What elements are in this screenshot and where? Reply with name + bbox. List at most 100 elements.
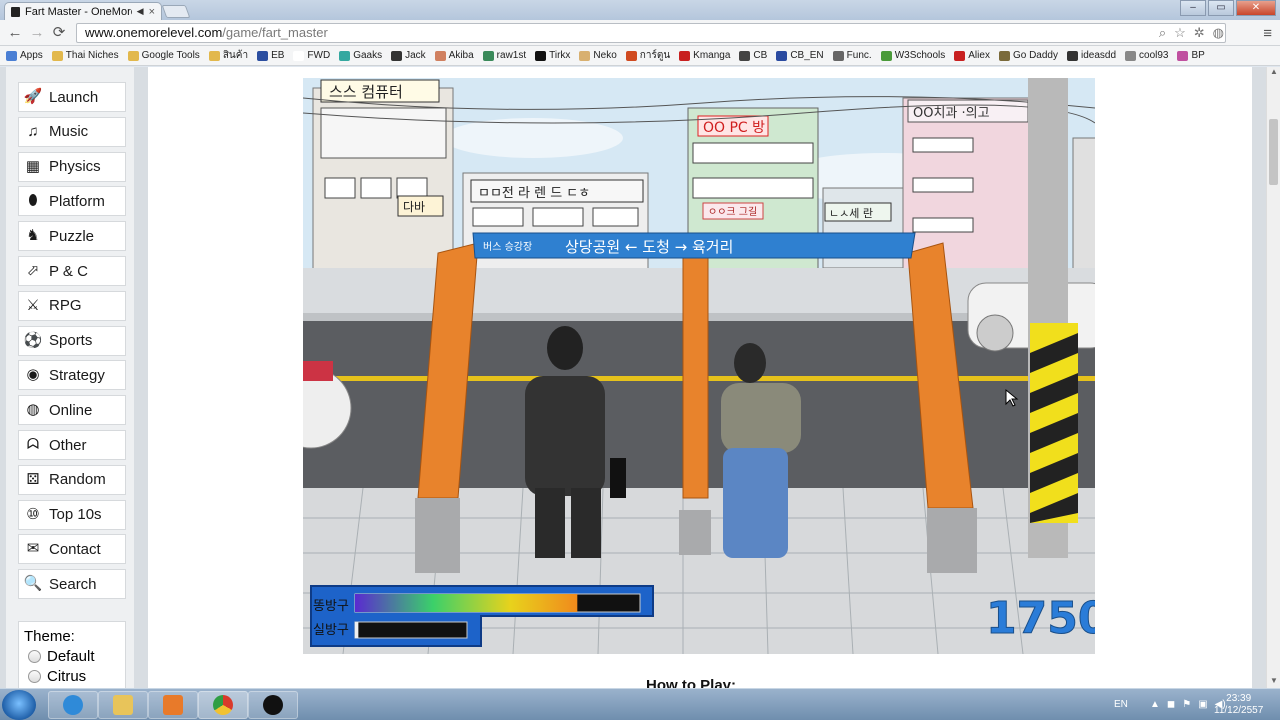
- bookmark-item[interactable]: Apps: [6, 50, 43, 61]
- tab-close-icon[interactable]: ×: [149, 6, 155, 18]
- meter-bar-1: [354, 593, 641, 613]
- sidebar-item-search[interactable]: 🔍 Search: [18, 569, 126, 600]
- back-button[interactable]: ←: [6, 24, 24, 42]
- sidebar-item-platform[interactable]: ⬮ Platform: [18, 186, 126, 217]
- bookmark-item[interactable]: Akiba: [434, 50, 474, 61]
- bookmark-item[interactable]: raw1st: [482, 50, 526, 61]
- search-icon[interactable]: ⌕: [1159, 25, 1166, 41]
- sidebar-item-p-c[interactable]: ⬀ P & C: [18, 256, 126, 286]
- sidebar-item-online[interactable]: ◍ Online: [18, 395, 126, 426]
- bookmark-item[interactable]: Jack: [391, 50, 426, 61]
- globe-icon: ◍: [26, 401, 40, 419]
- radio-icon: [28, 670, 41, 683]
- bookmark-item[interactable]: Thai Niches: [51, 50, 119, 61]
- tray-expand-icon[interactable]: ▲: [1150, 699, 1160, 710]
- scroll-down-icon[interactable]: ▼: [1267, 676, 1280, 688]
- bookmark-icon: [482, 50, 494, 61]
- bookmark-item[interactable]: FWD: [293, 50, 330, 61]
- svg-text:똥방구: 똥방구: [313, 599, 349, 614]
- bookmark-item[interactable]: Go Daddy: [998, 50, 1058, 61]
- start-button[interactable]: [2, 690, 36, 720]
- sidebar-item-music[interactable]: ♫ Music: [18, 116, 126, 147]
- bookmark-item[interactable]: Func.: [832, 50, 872, 61]
- windows-taskbar: EN ▲ ◼ ⚑ ▣ ◀) 23:39 11/12/2557: [0, 688, 1280, 720]
- bookmark-item[interactable]: Aliex: [954, 50, 990, 61]
- taskbar-explorer[interactable]: [98, 691, 148, 719]
- category-sidebar: 🚀 Launch ♫ Music ▦ Physics ⬮ Platform ♞ Puzzle ⬀ P …: [6, 67, 134, 688]
- maximize-button[interactable]: ▭: [1208, 0, 1234, 16]
- bookmark-item[interactable]: Gaaks: [339, 50, 382, 61]
- page-scrollbar[interactable]: ▲ ▼: [1266, 67, 1280, 688]
- bookmark-item[interactable]: EB: [257, 50, 284, 61]
- omnibox-icons: ⌕ ☆ ✲ ◍: [1159, 25, 1224, 41]
- bookmark-item[interactable]: BP: [1177, 50, 1205, 61]
- theme-option-citrus[interactable]: Citrus: [28, 668, 120, 685]
- taskbar-ie[interactable]: [48, 691, 98, 719]
- url-domain: www.onemorelevel.com: [85, 25, 223, 40]
- bookmark-item[interactable]: ideasdd: [1066, 50, 1116, 61]
- bookmark-item[interactable]: CB_EN: [776, 50, 824, 61]
- window-close-button[interactable]: ✕: [1236, 0, 1276, 16]
- music-note-icon: ♫: [27, 122, 39, 140]
- sidebar-item-other[interactable]: ᗣ Other: [18, 430, 126, 460]
- sidebar-item-strategy[interactable]: ◉ Strategy: [18, 360, 126, 391]
- network-icon[interactable]: ▣: [1198, 699, 1207, 710]
- new-tab-button[interactable]: [161, 5, 191, 18]
- address-bar[interactable]: www.onemorelevel.com/game/fart_master: [76, 23, 1226, 43]
- browser-toolbar: ← → ⟳ www.onemorelevel.com/game/fart_mas…: [0, 20, 1280, 46]
- bookmark-icon: [1177, 50, 1189, 61]
- bookmark-item[interactable]: การ์ตูน: [625, 48, 670, 63]
- browser-menu-icon[interactable]: ≡: [1263, 25, 1272, 42]
- reload-button[interactable]: ⟳: [50, 24, 68, 42]
- theme-option-default[interactable]: Default: [28, 648, 120, 665]
- sidebar-item-label: Contact: [49, 540, 101, 558]
- tray-app-icon[interactable]: ◼: [1167, 699, 1175, 710]
- sidebar-item-physics[interactable]: ▦ Physics: [18, 151, 126, 182]
- bookmark-item[interactable]: สินค้า: [208, 48, 248, 63]
- minimize-button[interactable]: –: [1180, 0, 1206, 16]
- bookmark-item[interactable]: Tirkx: [535, 50, 570, 61]
- sidebar-item-label: Online: [49, 401, 93, 419]
- bookmark-item[interactable]: cool93: [1125, 50, 1168, 61]
- bookmark-star-icon[interactable]: ☆: [1174, 25, 1186, 41]
- sidebar-item-top-10s[interactable]: ⑩ Top 10s: [18, 499, 126, 530]
- bookmark-icon: [257, 50, 269, 61]
- chess-knight-icon: ♞: [26, 227, 40, 245]
- forward-button[interactable]: →: [28, 24, 46, 42]
- sidebar-item-launch[interactable]: 🚀 Launch: [18, 82, 126, 112]
- bookmark-icon: [579, 50, 591, 61]
- svg-text:ㅁㅁ전 라 렌 드 ㄷㅎ: ㅁㅁ전 라 렌 드 ㄷㅎ: [478, 186, 590, 201]
- bookmark-icon: [880, 50, 892, 61]
- bookmark-item[interactable]: CB: [739, 50, 767, 61]
- taskbar-chrome[interactable]: [198, 691, 248, 719]
- scroll-up-icon[interactable]: ▲: [1267, 67, 1280, 79]
- theme-selector: Theme: Default Citrus: [18, 621, 126, 688]
- flag-icon[interactable]: ⚑: [1182, 699, 1191, 710]
- bookmark-icon: [6, 50, 17, 61]
- ie-icon: [63, 695, 83, 715]
- globe-extension-icon[interactable]: ◍: [1213, 25, 1224, 41]
- taskbar-media[interactable]: [148, 691, 198, 719]
- sidebar-item-label: Sports: [49, 332, 93, 350]
- browser-tab[interactable]: Fart Master - OneMore ◀ ×: [4, 2, 162, 20]
- sidebar-item-rpg[interactable]: ⚔ RPG: [18, 290, 126, 321]
- sidebar-item-label: Random: [49, 471, 106, 489]
- extension-icon[interactable]: ✲: [1194, 25, 1205, 41]
- game-canvas[interactable]: 스스 컴퓨터 OO PC 방 OO치과 ·의고 ㅁㅁ전 라 렌 드 ㄷㅎ 다바 …: [303, 78, 1095, 654]
- sidebar-item-random[interactable]: ⚄ Random: [18, 464, 126, 495]
- bookmark-item[interactable]: W3Schools: [880, 50, 945, 61]
- taskbar-obs[interactable]: [248, 691, 298, 719]
- sidebar-item-label: RPG: [49, 297, 82, 315]
- language-indicator[interactable]: EN: [1114, 699, 1128, 710]
- clock[interactable]: 23:39 11/12/2557: [1214, 693, 1263, 717]
- favicon-icon: [11, 6, 20, 17]
- sidebar-item-puzzle[interactable]: ♞ Puzzle: [18, 221, 126, 252]
- scrollbar-thumb[interactable]: [1269, 119, 1278, 185]
- bookmark-item[interactable]: Neko: [579, 50, 617, 61]
- bookmark-item[interactable]: Google Tools: [127, 50, 200, 61]
- sidebar-item-contact[interactable]: ✉ Contact: [18, 534, 126, 565]
- bookmark-item[interactable]: Kmanga: [679, 50, 730, 61]
- sidebar-item-label: P & C: [49, 262, 88, 280]
- sidebar-item-sports[interactable]: ⚽ Sports: [18, 325, 126, 356]
- chrome-icon: [213, 695, 233, 715]
